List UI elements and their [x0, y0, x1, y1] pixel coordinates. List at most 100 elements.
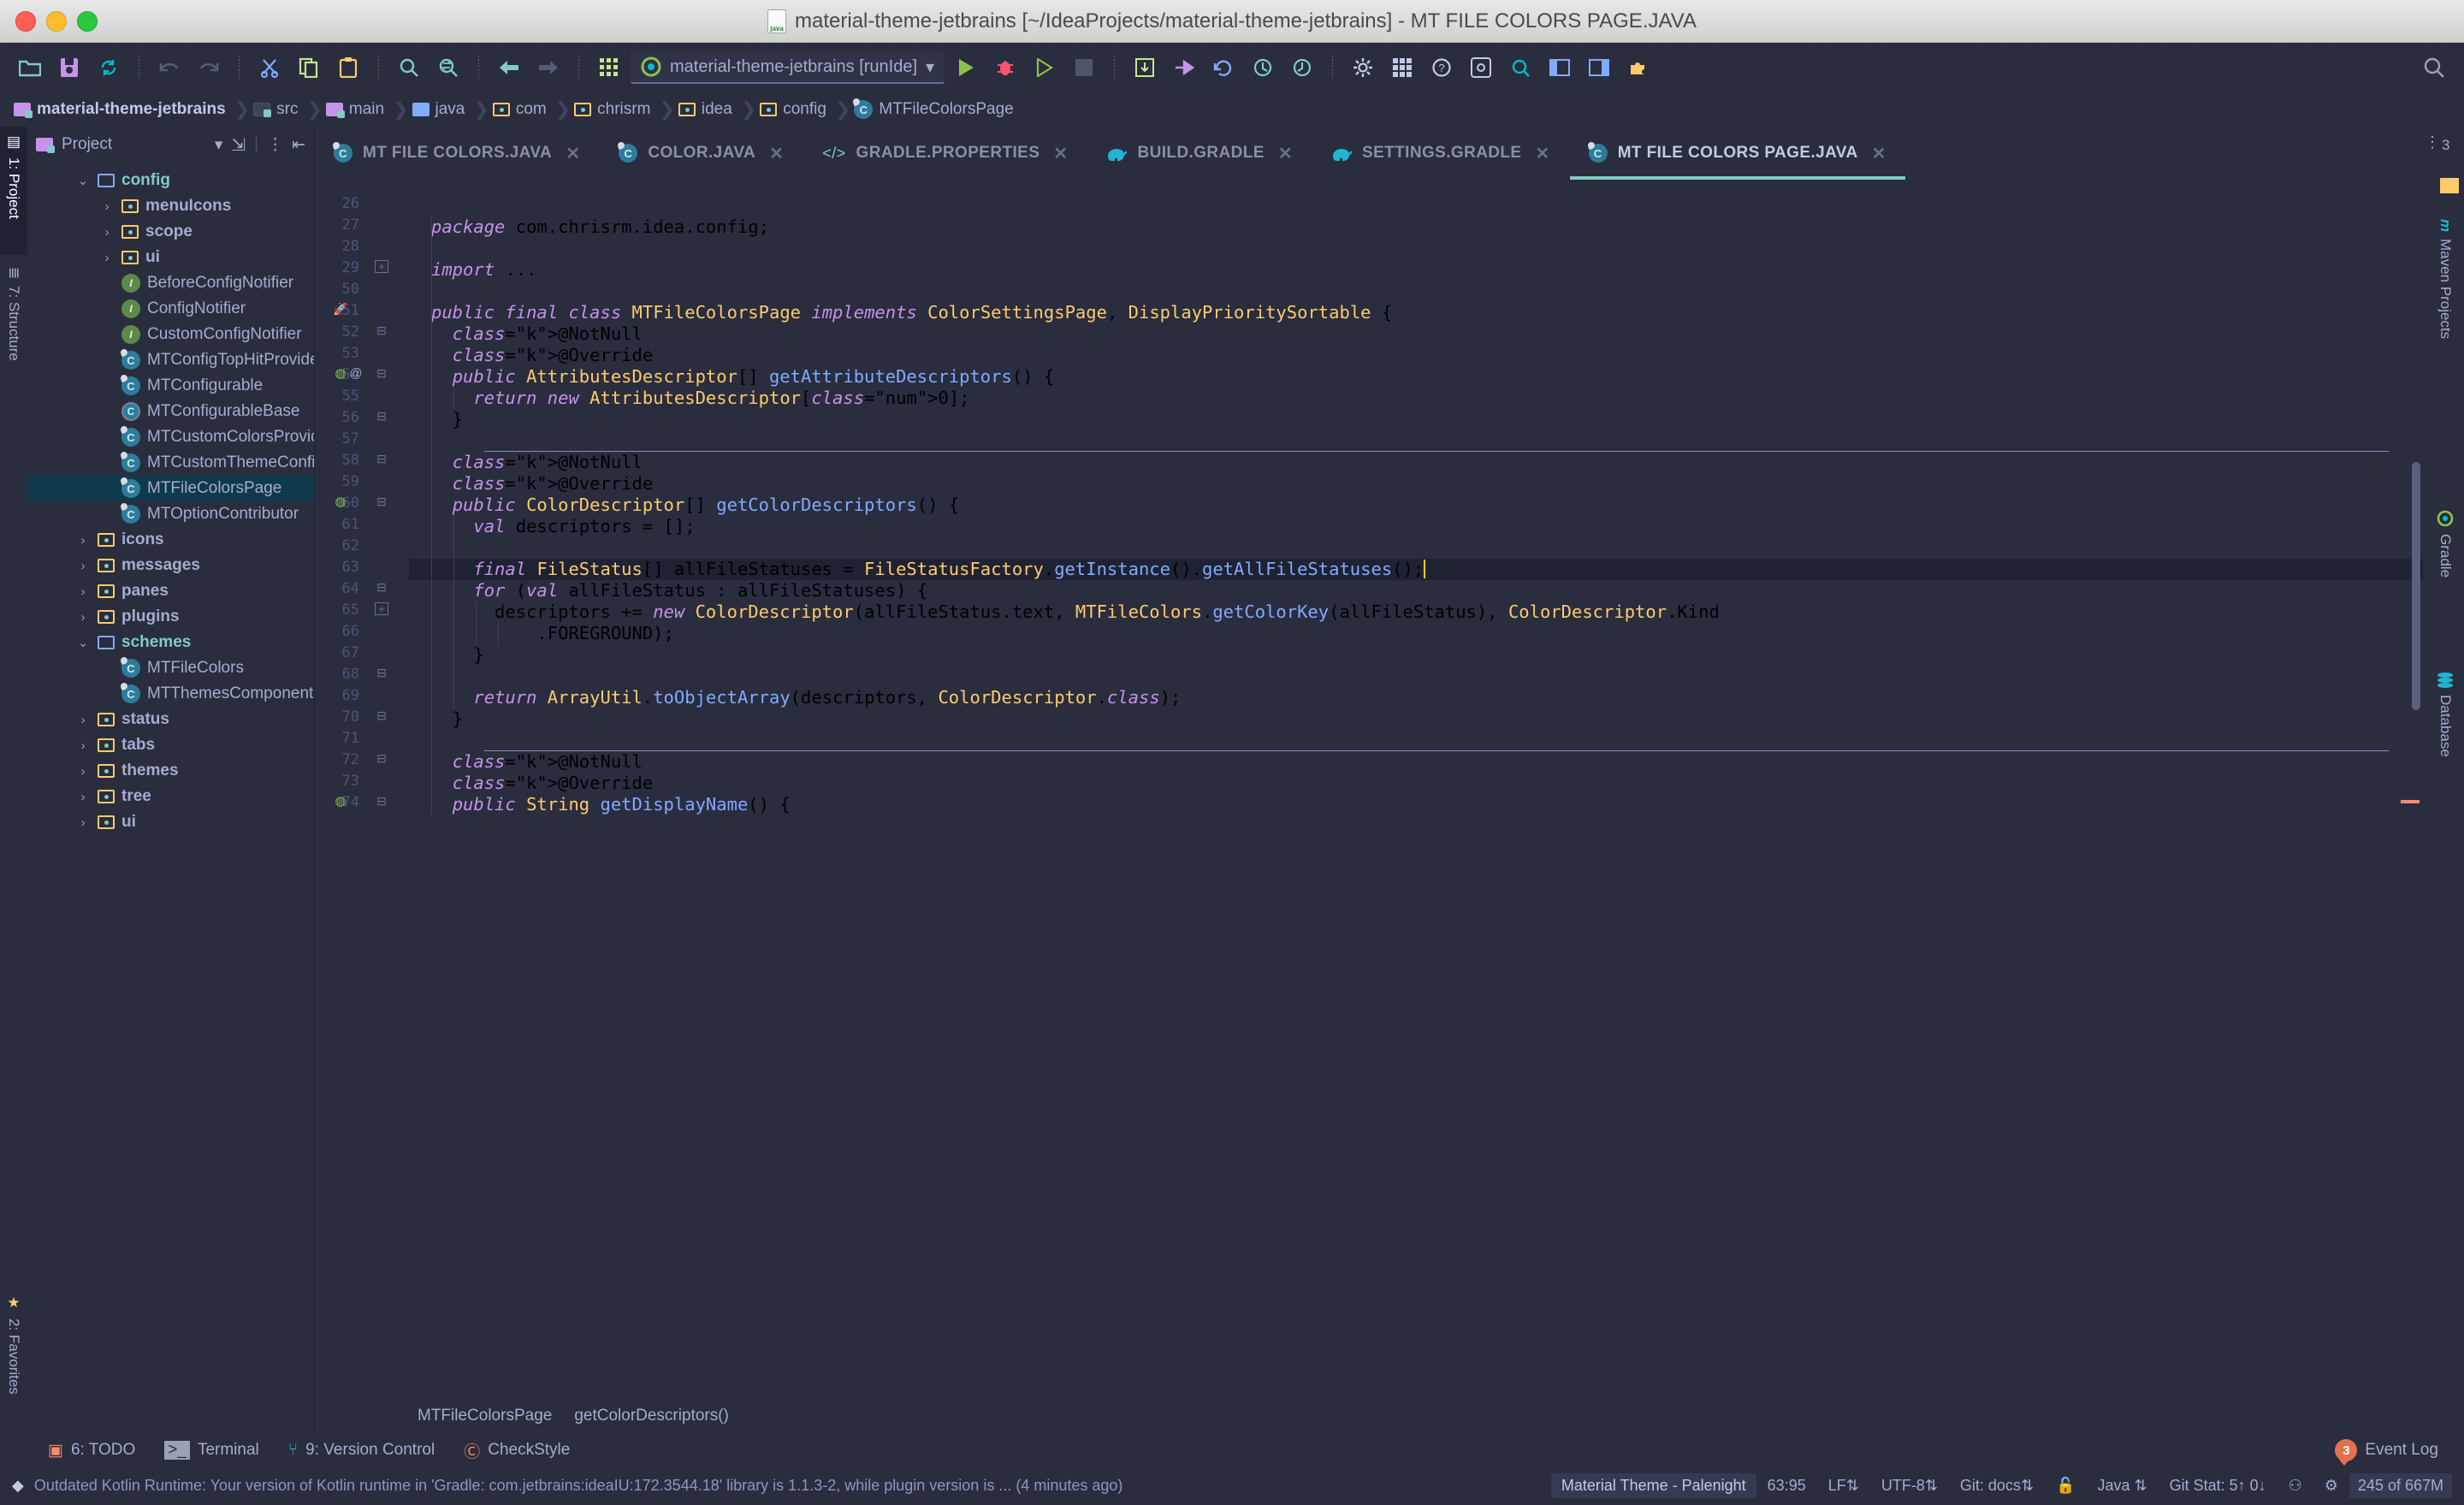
layout-left-icon[interactable]	[1542, 50, 1578, 86]
code-line[interactable]: .FOREGROUND);	[409, 623, 2423, 644]
inspection-gear-icon[interactable]: ⚙	[2313, 1477, 2349, 1495]
apps-grid-icon[interactable]	[591, 50, 627, 86]
breadcrumb-item-src[interactable]: src	[252, 100, 305, 119]
tree-item[interactable]: › ui	[27, 809, 314, 835]
tree-item[interactable]: C MTConfigTopHitProvider	[27, 347, 314, 373]
code-line[interactable]: return ArrayUtil.toObjectArray(descripto…	[409, 687, 2423, 708]
code-editor[interactable]: 26 27 28 29 50 51 52 53 54 55 56 57 58 59 60 61 62 63 64 65…	[315, 180, 2423, 1399]
close-icon[interactable]: ✕	[769, 143, 784, 164]
status-message[interactable]: Outdated Kotlin Runtime: Your version of…	[34, 1477, 1123, 1495]
fold-collapse-icon[interactable]: ⊟	[375, 794, 388, 808]
code-line[interactable]: public final class MTFileColorsPage impl…	[409, 302, 2423, 323]
chevron-right-icon[interactable]: ›	[99, 251, 115, 265]
debug-button[interactable]	[987, 50, 1023, 86]
warning-stripe-marker[interactable]	[2440, 178, 2459, 193]
run-configuration-selector[interactable]: material-theme-jetbrains [runIde] ▾	[631, 51, 945, 84]
error-stripe-marker[interactable]	[2401, 800, 2420, 803]
notification-icon[interactable]: ◆	[12, 1477, 24, 1495]
code-line[interactable]: public AttributesDescriptor[] getAttribu…	[409, 366, 2423, 388]
apps-grid-icon[interactable]	[1384, 50, 1420, 86]
tree-item[interactable]: › themes	[27, 758, 314, 784]
tab-build-gradle[interactable]: BUILD.GRADLE ✕	[1087, 127, 1312, 180]
code-line[interactable]: class="k">@Override	[409, 773, 2423, 794]
fold-collapse-icon[interactable]: ⊟	[375, 409, 388, 423]
code-line[interactable]: }	[409, 409, 2423, 430]
commit-icon[interactable]	[1166, 50, 1202, 86]
copy-icon[interactable]	[291, 50, 327, 86]
bottom-tab-todo[interactable]: ▣ 6: TODO	[48, 1441, 135, 1461]
tree-item[interactable]: › scope	[27, 219, 314, 245]
redo-icon[interactable]	[191, 50, 227, 86]
chevron-right-icon[interactable]: ›	[75, 610, 91, 625]
tree-item[interactable]: C MTConfigurableBase	[27, 399, 314, 424]
breadcrumb-item-com[interactable]: com	[491, 100, 554, 119]
paste-icon[interactable]	[330, 50, 366, 86]
line-separator[interactable]: LF⇅	[1817, 1477, 1870, 1495]
tree-item[interactable]: › menuIcons	[27, 193, 314, 219]
tree-item[interactable]: › status	[27, 707, 314, 732]
run-button[interactable]	[948, 50, 984, 86]
breadcrumb-item-class[interactable]: C MTFileColorsPage	[852, 100, 1020, 119]
editor-scrollbar[interactable]	[2401, 180, 2423, 1399]
bottom-tab-version-control[interactable]: ⑂ 9: Version Control	[288, 1441, 435, 1460]
sidebar-item-maven[interactable]: m Maven Projects	[2431, 212, 2459, 495]
tree-item[interactable]: › messages	[27, 553, 314, 578]
code-text[interactable]: package com.chrisrm.idea.config; import .…	[409, 180, 2423, 1399]
code-line[interactable]	[409, 430, 2423, 452]
chevron-right-icon[interactable]: ›	[75, 559, 91, 573]
close-icon[interactable]: ✕	[1053, 143, 1068, 164]
chevron-down-icon[interactable]: ▾	[926, 56, 934, 78]
code-line[interactable]: for (val allFileStatus : allFileStatuses…	[409, 580, 2423, 601]
git-stat[interactable]: Git Stat: 5↑ 0↓	[2159, 1477, 2277, 1495]
fold-expand-icon[interactable]: +	[375, 601, 388, 615]
tree-item[interactable]: ⌄ schemes	[27, 630, 314, 655]
code-line[interactable]: descriptors += new ColorDescriptor(allFi…	[409, 601, 2423, 623]
tree-item[interactable]: I ConfigNotifier	[27, 296, 314, 322]
hector-icon[interactable]: ⚇	[2277, 1477, 2313, 1495]
update-project-icon[interactable]	[1127, 50, 1163, 86]
encoding[interactable]: UTF-8⇅	[1870, 1477, 1949, 1495]
close-icon[interactable]: ✕	[1278, 143, 1293, 164]
open-project-icon[interactable]	[12, 50, 48, 86]
breadcrumb-item-project[interactable]: material-theme-jetbrains	[12, 100, 233, 119]
chevron-right-icon[interactable]: ›	[75, 713, 91, 727]
scrollbar-thumb[interactable]	[2412, 462, 2420, 710]
code-line[interactable]: final FileStatus[] allFileStatuses = Fil…	[409, 559, 2423, 580]
tree-item[interactable]: › tabs	[27, 732, 314, 758]
run-class-icon[interactable]: 🚀	[333, 302, 347, 316]
code-line[interactable]	[409, 238, 2423, 259]
code-line[interactable]	[409, 195, 2423, 216]
code-line[interactable]: }	[409, 708, 2423, 730]
search-icon[interactable]	[2416, 50, 2452, 86]
close-icon[interactable]: ✕	[1536, 143, 1550, 164]
help-icon[interactable]: ?	[1424, 50, 1460, 86]
code-line[interactable]: public String getDisplayName() {	[409, 794, 2423, 815]
code-line[interactable]	[409, 730, 2423, 751]
tree-item[interactable]: C MTConfigurable	[27, 373, 314, 399]
chevron-right-icon[interactable]: ›	[75, 533, 91, 548]
settings-gear-icon[interactable]	[1345, 50, 1381, 86]
hide-panel-icon[interactable]: ⇤	[292, 135, 305, 155]
git-branch[interactable]: Git: docs⇅	[1949, 1477, 2045, 1495]
tree-item[interactable]: ⌄ config	[27, 168, 314, 193]
tab-settings-gradle[interactable]: SETTINGS.GRADLE ✕	[1312, 127, 1570, 180]
tab-gradle-properties[interactable]: </> GRADLE.PROPERTIES ✕	[803, 127, 1088, 180]
bottom-tab-checkstyle[interactable]: Ⓒ CheckStyle	[464, 1439, 570, 1462]
override-marker-icon[interactable]: ◍	[334, 366, 347, 381]
sidebar-item-project[interactable]: ▤ 1: Project	[0, 127, 27, 255]
options-menu-icon[interactable]: ⋮	[267, 135, 283, 155]
annotation-marker-icon[interactable]: @	[349, 366, 363, 381]
stop-button[interactable]	[1066, 50, 1102, 86]
revert-icon[interactable]	[1284, 50, 1320, 86]
breadcrumb-item-idea[interactable]: idea	[677, 100, 739, 119]
tree-item[interactable]: I CustomConfigNotifier	[27, 322, 314, 347]
fold-collapse-icon[interactable]: ⊟	[375, 452, 388, 465]
tab-mt-file-colors-page[interactable]: C MT FILE COLORS PAGE.JAVA ✕	[1569, 127, 1906, 180]
event-log-button[interactable]: 3 Event Log	[2335, 1439, 2438, 1466]
run-with-coverage-button[interactable]	[1027, 50, 1063, 86]
chevron-down-icon[interactable]: ⌄	[75, 173, 91, 188]
tree-item[interactable]: C MTCustomThemeConfigurable	[27, 450, 314, 476]
chevron-right-icon[interactable]: ›	[75, 790, 91, 804]
tab-color[interactable]: C COLOR.JAVA ✕	[600, 127, 804, 180]
tree-item[interactable]: › icons	[27, 527, 314, 553]
